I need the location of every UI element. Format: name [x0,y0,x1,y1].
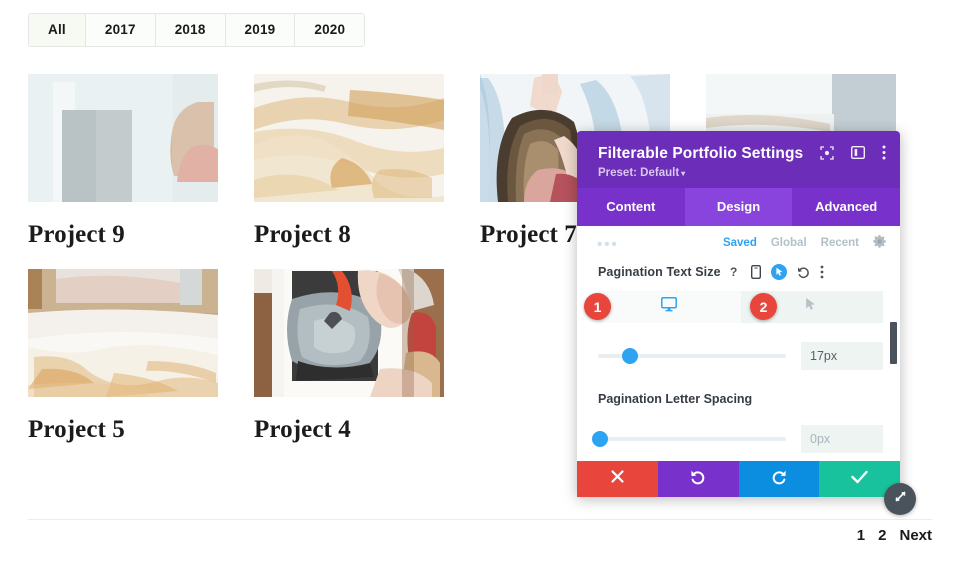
options-dots-icon[interactable]: ••• [597,237,619,252]
gear-icon[interactable] [873,235,886,251]
content-divider [28,519,932,520]
link-recent[interactable]: Recent [821,237,859,249]
undo-icon [690,469,706,490]
project-title[interactable]: Project 5 [28,416,218,444]
chevron-down-icon: ▾ [681,169,686,178]
portfolio-card[interactable]: Project 9 [28,74,218,249]
portfolio-filter-bar: All 2017 2018 2019 2020 [28,13,366,47]
filter-item-all[interactable]: All [29,14,86,46]
hand-painting-grey-wash-image [254,269,444,397]
woman-beside-grey-pedestal-image [28,74,218,202]
pagination-next-link[interactable]: Next [899,527,932,544]
project-title[interactable]: Project 9 [28,221,218,249]
tab-content[interactable]: Content [577,188,685,226]
check-icon [851,470,868,489]
portfolio-card[interactable]: Project 4 [254,269,444,444]
filter-item-2019[interactable]: 2019 [225,14,296,46]
field-label-pagination-text-size: Pagination Text Size [598,265,721,279]
pagination-page-2[interactable]: 2 [878,527,886,544]
field-icon-group: ? [730,264,824,280]
annotation-badge-2: 2 [750,293,777,320]
field-header-row: Pagination Text Size ? [577,256,900,280]
tab-design[interactable]: Design [684,188,793,226]
more-vertical-icon[interactable] [882,145,886,160]
cursor-icon [805,297,818,317]
undo-button[interactable] [657,461,739,497]
responsive-state-tabs: 1 2 [584,291,883,323]
reset-icon[interactable] [797,266,810,279]
filterable-portfolio-settings-modal: Filterable Portfolio Settings Preset: De… [577,131,916,515]
svg-text:?: ? [730,265,737,279]
project-8-thumbnail[interactable] [254,74,444,202]
ochre-watercolor-brushstrokes-image [254,74,444,202]
field-label-pagination-letter-spacing: Pagination Letter Spacing [598,392,753,406]
preset-label: Preset: Default [598,167,680,179]
pagination-letter-spacing-slider-row: 0px [577,425,900,453]
pagination-letter-spacing-slider[interactable] [591,431,786,447]
amber-painting-on-studio-floor-image [28,269,218,397]
cancel-button[interactable] [577,461,658,497]
pagination-text-size-slider-row: 17px [577,342,900,370]
portfolio-card[interactable]: Project 8 [254,74,444,249]
slider-knob[interactable] [621,348,638,364]
annotation-badge-1: 1 [584,293,611,320]
portfolio-card[interactable]: Project 5 [28,269,218,444]
pagination-nav: 1 2 Next [857,527,932,544]
project-9-thumbnail[interactable] [28,74,218,202]
project-title[interactable]: Project 4 [254,416,444,444]
slider-knob[interactable] [591,431,608,447]
close-icon [610,469,625,489]
desktop-icon [661,297,678,317]
focus-expand-icon[interactable] [820,145,834,160]
filter-item-2020[interactable]: 2020 [295,14,365,46]
modal-title: Filterable Portfolio Settings [598,145,804,162]
split-layout-icon[interactable] [851,146,865,159]
resize-diagonal-icon [893,489,908,509]
pagination-text-size-slider[interactable] [598,348,786,364]
modal-scrollbar-thumb[interactable] [890,322,897,364]
project-5-thumbnail[interactable] [28,269,218,397]
pagination-text-size-input[interactable]: 17px [801,342,883,370]
preset-selector[interactable]: Preset: Default ▾ [598,167,885,179]
redo-icon [771,469,787,490]
pagination-page-1[interactable]: 1 [857,527,865,544]
mobile-device-icon[interactable] [750,265,761,279]
link-saved[interactable]: Saved [723,237,757,249]
project-4-thumbnail[interactable] [254,269,444,397]
modal-tabs: Content Design Advanced [577,188,900,226]
hover-cursor-icon[interactable] [770,264,787,280]
pagination-letter-spacing-input[interactable]: 0px [801,425,883,453]
modal-resize-handle[interactable] [884,483,916,515]
help-icon[interactable]: ? [730,265,741,279]
project-title[interactable]: Project 8 [254,221,444,249]
modal-header: Filterable Portfolio Settings Preset: De… [577,131,900,188]
tab-advanced[interactable]: Advanced [792,188,900,226]
more-vertical-icon[interactable] [820,265,824,279]
modal-header-icons [820,145,886,160]
link-global[interactable]: Global [771,237,807,249]
filter-item-2018[interactable]: 2018 [155,14,226,46]
redo-button[interactable] [738,461,820,497]
preset-state-links: Saved Global Recent [723,235,886,251]
modal-body: ••• Saved Global Recent Pagination Text … [577,226,900,461]
desktop-view-tab[interactable] [598,291,741,323]
modal-footer [577,461,900,497]
filter-item-2017[interactable]: 2017 [85,14,156,46]
